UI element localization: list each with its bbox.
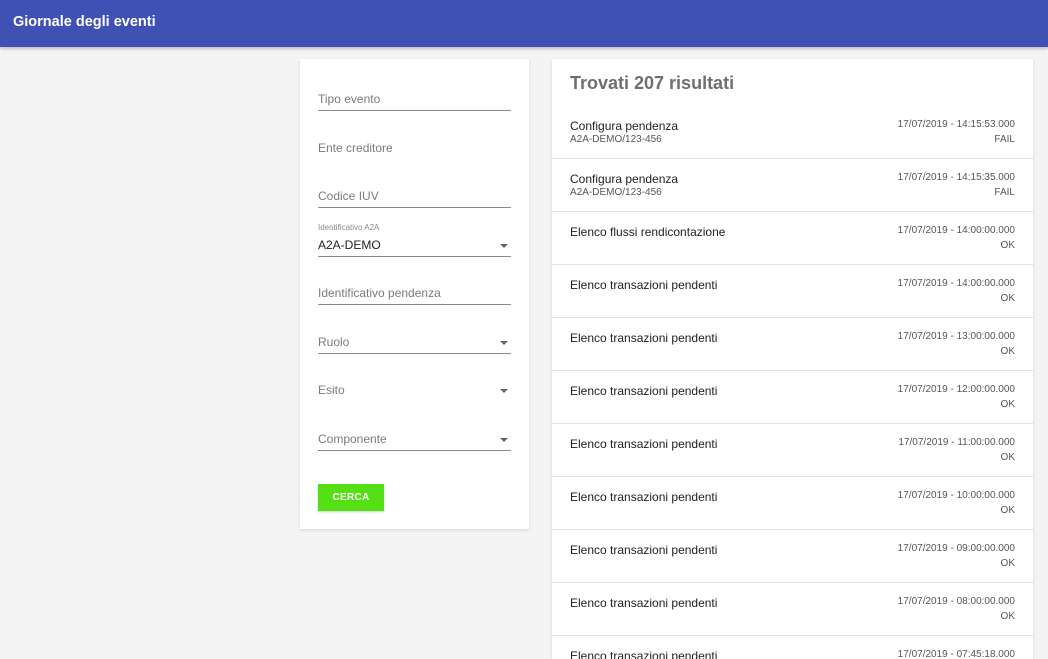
- field-underline: [318, 256, 511, 257]
- event-status: FAIL: [994, 134, 1015, 145]
- event-name: Elenco transazioni pendenti: [570, 437, 718, 451]
- event-name: Elenco transazioni pendenti: [570, 596, 718, 610]
- event-name: Elenco transazioni pendenti: [570, 543, 718, 557]
- event-timestamp: 17/07/2019 - 08:00:00.000: [897, 596, 1015, 607]
- event-status: OK: [1000, 505, 1015, 516]
- list-item[interactable]: Elenco transazioni pendenti 17/07/2019 - …: [552, 265, 1033, 318]
- event-timestamp: 17/07/2019 - 10:00:00.000: [897, 490, 1015, 501]
- identificativo-a2a-value: A2A-DEMO: [318, 238, 381, 252]
- codice-iuv-placeholder: Codice IUV: [318, 189, 379, 203]
- event-name: Configura pendenza: [570, 119, 679, 133]
- app-bar: Giornale degli eventi: [0, 0, 1048, 47]
- event-timestamp: 17/07/2019 - 14:15:35.000: [897, 172, 1015, 183]
- results-list: Configura pendenza A2A-DEMO/123-456 17/07/…: [552, 106, 1033, 659]
- event-timestamp: 17/07/2019 - 11:00:00.000: [898, 437, 1015, 448]
- list-item[interactable]: Configura pendenza A2A-DEMO/123-456 17/07/…: [552, 106, 1033, 159]
- esito-select[interactable]: Esito: [318, 380, 511, 402]
- event-reference: A2A-DEMO/123-456: [570, 187, 662, 198]
- list-item[interactable]: Elenco transazioni pendenti 17/07/2019 - …: [552, 477, 1033, 530]
- identificativo-pendenza-placeholder: Identificativo pendenza: [318, 286, 441, 300]
- event-status: OK: [1000, 346, 1015, 357]
- event-timestamp: 17/07/2019 - 14:15:53.000: [897, 119, 1015, 130]
- event-reference: A2A-DEMO/123-456: [570, 134, 662, 145]
- ente-creditore-placeholder: Ente creditore: [318, 141, 393, 155]
- field-underline: [318, 353, 511, 354]
- event-name: Elenco transazioni pendenti: [570, 331, 718, 345]
- dropdown-arrow-icon: [500, 244, 508, 248]
- codice-iuv-field[interactable]: Codice IUV: [318, 186, 511, 208]
- event-timestamp: 17/07/2019 - 12:00:00.000: [897, 384, 1015, 395]
- esito-placeholder: Esito: [318, 383, 345, 397]
- tipo-evento-field[interactable]: Tipo evento: [318, 89, 511, 111]
- event-timestamp: 17/07/2019 - 14:00:00.000: [897, 225, 1015, 236]
- event-status: OK: [1000, 399, 1015, 410]
- event-name: Elenco transazioni pendenti: [570, 278, 718, 292]
- identificativo-a2a-label: Identificativo A2A: [318, 223, 380, 232]
- field-underline: [318, 304, 511, 305]
- event-name: Elenco flussi rendicontazione: [570, 225, 726, 239]
- event-status: OK: [1000, 293, 1015, 304]
- event-name: Elenco transazioni pendenti: [570, 384, 718, 398]
- field-underline: [318, 450, 511, 451]
- ruolo-placeholder: Ruolo: [318, 335, 350, 349]
- dropdown-arrow-icon: [500, 438, 508, 442]
- event-name: Configura pendenza: [570, 172, 679, 186]
- list-item[interactable]: Elenco transazioni pendenti 17/07/2019 - …: [552, 424, 1033, 477]
- list-item[interactable]: Elenco flussi rendicontazione 17/07/2019 …: [552, 212, 1033, 265]
- componente-select[interactable]: Componente: [318, 429, 511, 451]
- event-timestamp: 17/07/2019 - 14:00:00.000: [897, 278, 1015, 289]
- dropdown-arrow-icon: [500, 341, 508, 345]
- search-button[interactable]: CERCA: [318, 484, 384, 511]
- tipo-evento-placeholder: Tipo evento: [318, 92, 381, 106]
- ente-creditore-field[interactable]: Ente creditore: [318, 138, 511, 160]
- results-count-heading: Trovati 207 risultati: [570, 73, 735, 93]
- event-name: Elenco transazioni pendenti: [570, 490, 718, 504]
- filter-panel: Tipo evento Ente creditore Codice IUV Id…: [300, 59, 529, 529]
- list-item[interactable]: Elenco transazioni pendenti 17/07/2019 - …: [552, 371, 1033, 424]
- list-item[interactable]: Configura pendenza A2A-DEMO/123-456 17/07/…: [552, 159, 1033, 212]
- identificativo-pendenza-field[interactable]: Identificativo pendenza: [318, 283, 511, 305]
- list-item[interactable]: Elenco transazioni pendenti 17/07/2019 - …: [552, 636, 1033, 659]
- field-underline: [318, 110, 511, 111]
- event-timestamp: 17/07/2019 - 13:00:00.000: [897, 331, 1015, 342]
- identificativo-a2a-select[interactable]: Identificativo A2A A2A-DEMO: [318, 223, 511, 257]
- event-status: OK: [1000, 452, 1015, 463]
- event-status: OK: [1000, 240, 1015, 251]
- event-status: OK: [1000, 611, 1015, 622]
- event-status: FAIL: [994, 187, 1015, 198]
- list-item[interactable]: Elenco transazioni pendenti 17/07/2019 - …: [552, 530, 1033, 583]
- field-underline: [318, 207, 511, 208]
- dropdown-arrow-icon: [500, 389, 508, 393]
- page-title: Giornale degli eventi: [13, 14, 156, 30]
- event-timestamp: 17/07/2019 - 09:00:00.000: [897, 543, 1015, 554]
- componente-placeholder: Componente: [318, 432, 387, 446]
- event-timestamp: 17/07/2019 - 07:45:18.000: [897, 649, 1015, 659]
- results-panel: Trovati 207 risultati Configura pendenza…: [552, 59, 1033, 659]
- ruolo-select[interactable]: Ruolo: [318, 332, 511, 354]
- list-item[interactable]: Elenco transazioni pendenti 17/07/2019 - …: [552, 318, 1033, 371]
- event-name: Elenco transazioni pendenti: [570, 649, 718, 659]
- list-item[interactable]: Elenco transazioni pendenti 17/07/2019 - …: [552, 583, 1033, 636]
- event-status: OK: [1000, 558, 1015, 569]
